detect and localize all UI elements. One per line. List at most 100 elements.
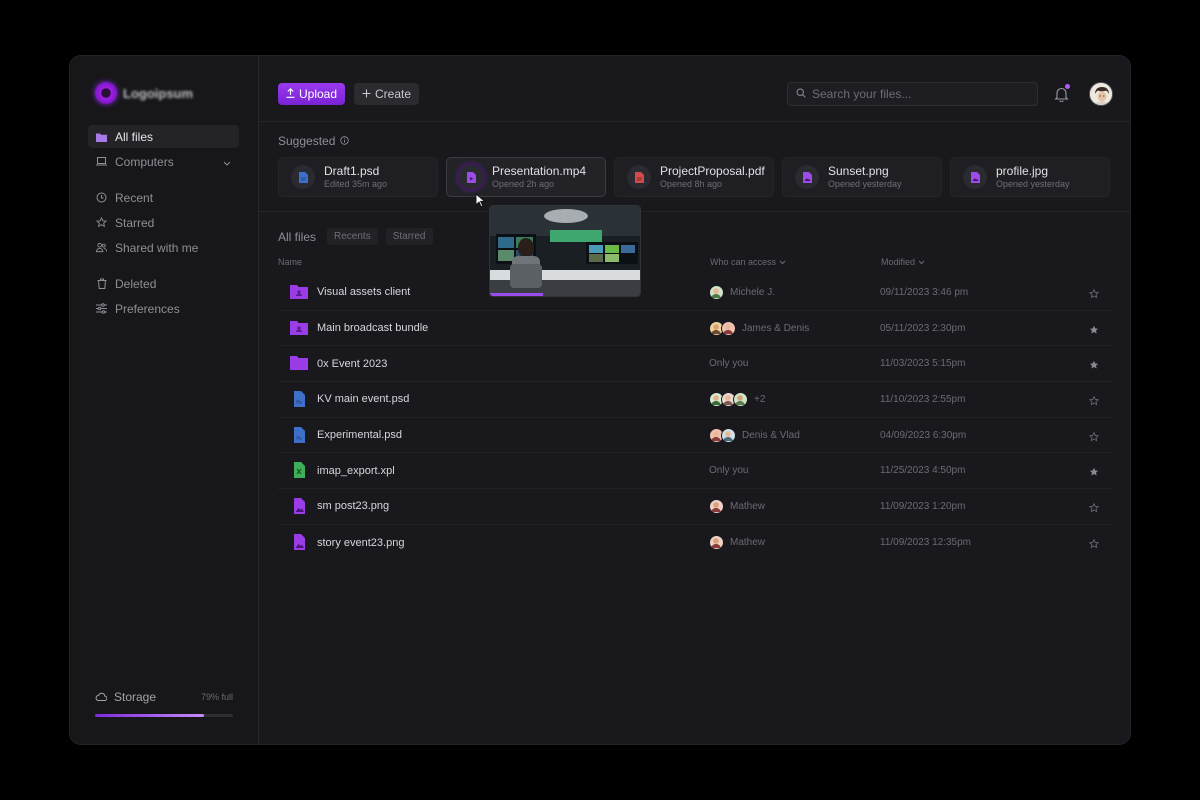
psd-file-icon: [291, 165, 315, 189]
star-filled-icon[interactable]: [1089, 359, 1099, 369]
sidebar-item-label: Computers: [115, 154, 174, 169]
table-row[interactable]: imap_export.xpl Only you 11/25/2023 4:50…: [278, 453, 1112, 490]
user-avatar[interactable]: [1089, 82, 1113, 106]
access-text: Michele J.: [730, 286, 776, 298]
sidebar-item-shared[interactable]: Shared with me: [88, 236, 239, 259]
sidebar-item-starred[interactable]: Starred: [88, 211, 239, 234]
upload-button[interactable]: Upload: [278, 83, 345, 105]
access-cell: Mathew: [709, 498, 765, 514]
suggested-card[interactable]: Draft1.psd Edited 35m ago: [278, 157, 438, 197]
modified-date: 11/09/2023 1:20pm: [880, 500, 966, 512]
sidebar-nav: All files Computers Recent Starred Share…: [88, 125, 239, 322]
create-label: Create: [374, 87, 412, 101]
table-row[interactable]: Main broadcast bundle James & Denis 05/1…: [278, 311, 1112, 347]
info-icon[interactable]: [340, 134, 350, 148]
bell-icon: [1054, 87, 1069, 105]
search-input[interactable]: [812, 87, 1022, 101]
upload-label: Upload: [298, 87, 338, 101]
star-filled-icon[interactable]: [1089, 324, 1099, 334]
notifications-button[interactable]: [1054, 84, 1070, 105]
folder-icon: [96, 131, 107, 142]
star-outline-icon[interactable]: [1088, 538, 1100, 549]
main-content: Upload Create Search your files... Sugge…: [259, 56, 1130, 744]
table-row[interactable]: Visual assets client Michele J. 09/11/20…: [278, 275, 1112, 311]
suggested-card[interactable]: Presentation.mp4 Opened 2h ago: [446, 157, 606, 197]
suggested-card[interactable]: Sunset.png Opened yesterday: [782, 157, 942, 197]
sidebar-item-deleted[interactable]: Deleted: [88, 272, 239, 295]
sidebar-item-recent[interactable]: Recent: [88, 186, 239, 209]
column-header-name[interactable]: Name: [278, 257, 302, 267]
column-header-modified[interactable]: Modified: [881, 257, 925, 267]
plus-icon: [362, 87, 371, 101]
modified-date: 11/25/2023 4:50pm: [880, 465, 966, 477]
search-bar[interactable]: [787, 82, 1038, 106]
card-subtitle: Opened yesterday: [996, 178, 1070, 189]
star-outline-icon[interactable]: [1088, 395, 1100, 406]
table-row[interactable]: 0x Event 2023 Only you 11/03/2023 5:15pm: [278, 346, 1112, 383]
column-header-access[interactable]: Who can access: [710, 257, 786, 267]
sidebar-item-label: Deleted: [115, 276, 157, 291]
create-button[interactable]: Create: [354, 83, 419, 105]
card-name: ProjectProposal.pdf: [660, 163, 765, 178]
avatar: [733, 391, 748, 407]
file-name: story event23.png: [317, 536, 405, 549]
file-name: imap_export.xpl: [317, 464, 395, 477]
access-cell: Mathew: [709, 535, 765, 551]
image-file-icon: [290, 498, 308, 515]
file-name: KV main event.psd: [317, 393, 410, 406]
tab-recents[interactable]: Recents: [327, 228, 378, 245]
image-file-icon: [963, 165, 987, 189]
table-row[interactable]: story event23.png Mathew 11/09/2023 12:3…: [278, 525, 1112, 561]
access-cell: Denis & Vlad: [709, 427, 800, 443]
table-row[interactable]: Ps Experimental.psd Denis & Vlad 04/09/2…: [278, 418, 1112, 454]
suggested-card[interactable]: profile.jpg Opened yesterday: [950, 157, 1110, 197]
chevron-down-icon[interactable]: [223, 156, 231, 170]
file-name: sm post23.png: [317, 500, 390, 513]
logo-mark-icon: [95, 82, 117, 104]
access-text: +2: [754, 393, 766, 405]
card-name: Presentation.mp4: [492, 163, 587, 178]
star-outline-icon[interactable]: [1088, 288, 1100, 299]
psd-file-icon: Ps: [290, 391, 308, 408]
tab-starred[interactable]: Starred: [385, 228, 433, 245]
star-icon: [96, 217, 107, 228]
modified-date: 09/11/2023 3:46 pm: [880, 286, 969, 298]
modified-date: 11/03/2023 5:15pm: [880, 358, 966, 370]
video-progress-bar[interactable]: [490, 293, 543, 296]
access-cell: Michele J.: [709, 284, 776, 300]
access-text: Only you: [709, 465, 749, 477]
card-subtitle: Opened 8h ago: [660, 178, 723, 189]
sidebar-item-computers[interactable]: Computers: [88, 150, 239, 173]
modified-date: 11/09/2023 12:35pm: [880, 537, 972, 549]
table-row[interactable]: sm post23.png Mathew 11/09/2023 1:20pm: [278, 489, 1112, 525]
modified-date: 04/09/2023 6:30pm: [880, 429, 967, 441]
files-table: Visual assets client Michele J. 09/11/20…: [278, 275, 1112, 561]
sidebar-item-preferences[interactable]: Preferences: [88, 297, 239, 320]
access-cell: Only you: [709, 358, 748, 369]
topbar: Upload Create: [259, 56, 1130, 122]
avatar: [709, 498, 724, 514]
logo[interactable]: Logoipsum: [95, 82, 193, 104]
tab-all-files[interactable]: All files: [278, 230, 316, 244]
file-name: Main broadcast bundle: [317, 322, 429, 335]
sidebar-item-all-files[interactable]: All files: [88, 125, 239, 148]
modified-date: 11/10/2023 2:55pm: [880, 393, 966, 405]
card-subtitle: Opened yesterday: [828, 178, 902, 189]
modified-date: 05/11/2023 2:30pm: [880, 322, 966, 334]
star-outline-icon[interactable]: [1088, 431, 1100, 442]
trash-icon: [96, 278, 107, 289]
avatar: [721, 427, 736, 443]
video-preview-thumbnail[interactable]: [489, 205, 641, 297]
users-icon: [96, 242, 107, 253]
table-row[interactable]: Ps KV main event.psd +2 11/10/2023 2:55p…: [278, 382, 1112, 418]
star-outline-icon[interactable]: [1088, 502, 1100, 513]
suggested-card[interactable]: ProjectProposal.pdf Opened 8h ago: [614, 157, 774, 197]
cloud-icon: [95, 690, 108, 704]
sidebar-item-label: Recent: [115, 190, 154, 205]
file-name: Visual assets client: [317, 286, 411, 299]
storage-widget: Storage 79% full: [95, 690, 233, 717]
video-file-icon: [459, 165, 483, 189]
storage-bar-fill: [95, 714, 205, 717]
star-filled-icon[interactable]: [1089, 466, 1099, 476]
shared-folder-icon: [290, 284, 308, 300]
